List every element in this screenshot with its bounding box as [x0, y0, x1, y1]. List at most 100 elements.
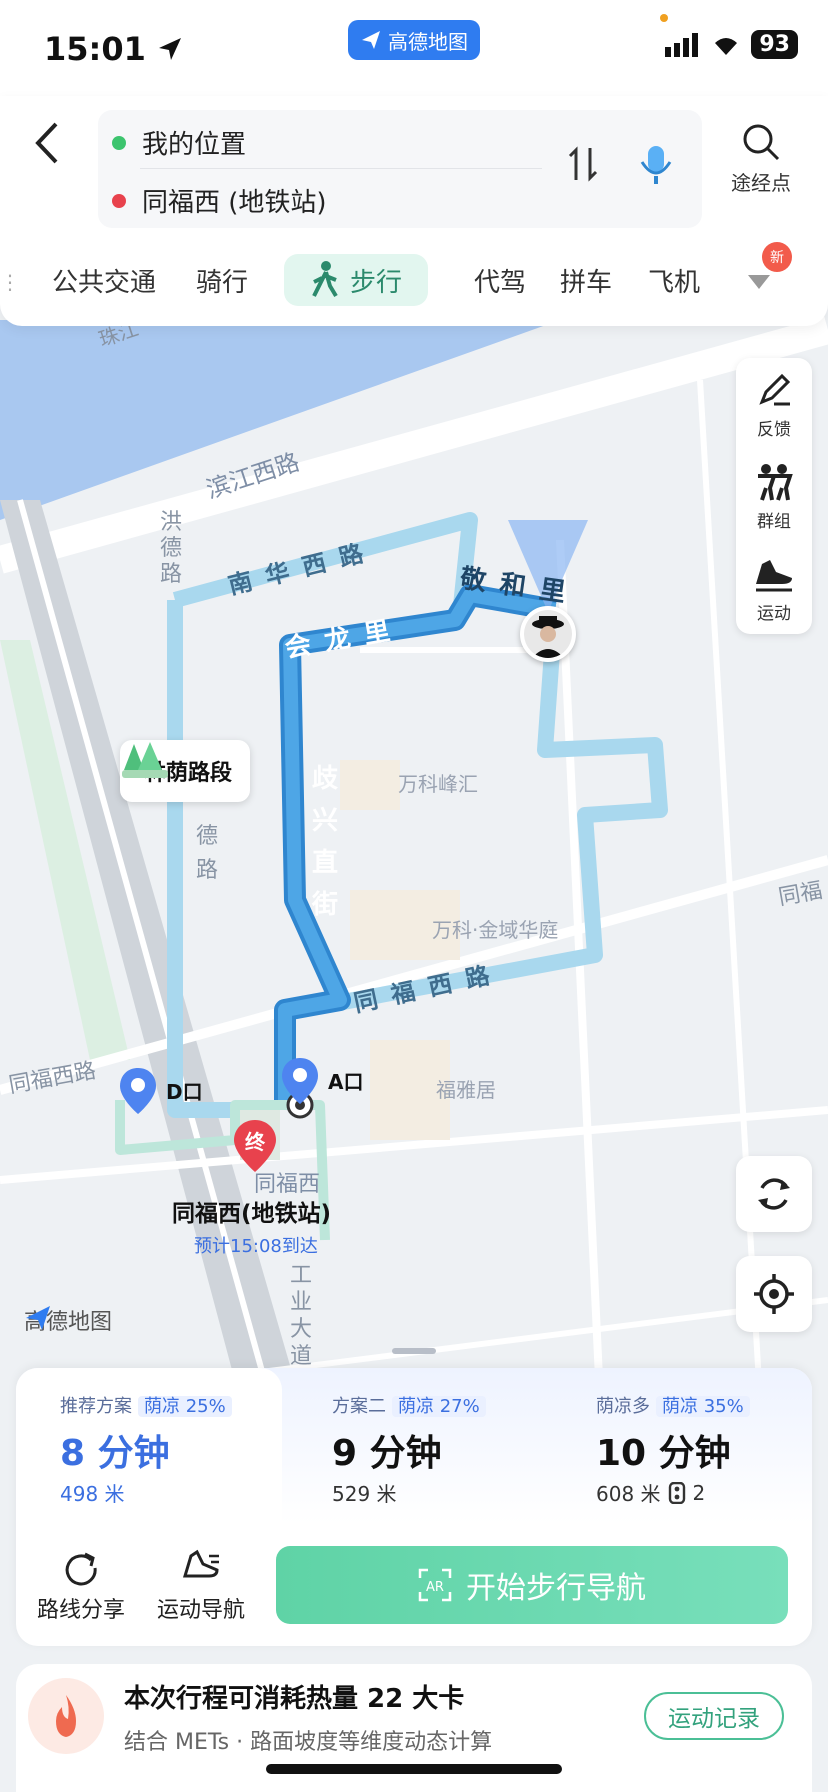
exit-a-label: A口	[328, 1070, 364, 1094]
swap-arrows-icon	[568, 146, 598, 182]
location-pin-icon	[120, 1068, 156, 1114]
amap-logo-icon	[26, 1306, 50, 1330]
new-badge: 新	[762, 242, 792, 272]
eta-label: 预计15:08到达	[194, 1236, 318, 1257]
sport-button[interactable]: 运动	[736, 554, 812, 624]
share-icon	[65, 1552, 97, 1586]
tab-carpool[interactable]: 拼车	[560, 254, 612, 306]
group-button[interactable]: 群组	[736, 462, 812, 532]
voice-input-button[interactable]	[636, 140, 676, 190]
route-input-box: 我的位置 同福西 (地铁站)	[98, 110, 702, 228]
app-return-pill[interactable]: 高德地图	[348, 20, 480, 60]
shade-segment-tag[interactable]: 林荫路段	[120, 740, 251, 802]
sport-nav-button[interactable]: 运动导航	[146, 1546, 256, 1624]
shade-ratio: 荫凉 27%	[392, 1396, 486, 1417]
location-pin-icon	[282, 1058, 318, 1104]
poi-wanke-fenghui[interactable]: 万科峰汇	[398, 768, 478, 797]
route-plans-sheet: 推荐方案 荫凉 25% 8 分钟 498 米 方案二 荫凉 27% 9 分钟 529…	[16, 1368, 812, 1646]
tab-walking-label: 步行	[350, 267, 403, 298]
tab-cycling[interactable]: 骑行	[196, 254, 248, 306]
route-share-button[interactable]: 路线分享	[26, 1546, 136, 1624]
shade-ratio: 荫凉 25%	[138, 1396, 232, 1417]
plan-title: 推荐方案 荫凉 25%	[60, 1392, 232, 1418]
battery-indicator: 93	[751, 30, 798, 59]
start-walking-navigation-button[interactable]: AR 开始步行导航	[276, 1546, 788, 1624]
feedback-label: 反馈	[757, 420, 791, 440]
origin-text: 我的位置	[142, 130, 247, 160]
running-shoe-icon	[182, 1549, 219, 1578]
plan-distance-row: 608 米 2	[596, 1478, 705, 1507]
group-label: 群组	[757, 512, 791, 532]
locate-me-button[interactable]	[736, 1256, 812, 1332]
status-bar: 15:01 高德地图 93	[0, 0, 828, 96]
plan-title: 方案二 荫凉 27%	[332, 1392, 486, 1418]
plan-option-2[interactable]: 方案二 荫凉 27% 9 分钟 529 米	[310, 1368, 550, 1524]
transport-tabs: ⋮ 公共交通 骑行 步行 代驾 拼车 飞机 新	[0, 242, 828, 308]
sport-nav-label: 运动导航	[156, 1598, 245, 1623]
start-navigation-label: 开始步行导航	[466, 1571, 646, 1606]
plan-option-shade[interactable]: 荫凉多 荫凉 35% 10 分钟 608 米 2	[572, 1368, 812, 1524]
swap-button[interactable]	[568, 146, 598, 191]
tab-flight[interactable]: 飞机	[648, 254, 700, 306]
plan-duration: 8 分钟	[60, 1433, 170, 1474]
poi-wanke-jinyu[interactable]: 万科·金域华庭	[432, 914, 558, 943]
tab-transit[interactable]: 公共交通	[52, 254, 156, 306]
origin-dot-icon	[112, 135, 126, 150]
traffic-light-icon	[668, 1481, 685, 1504]
sport-record-button[interactable]: 运动记录	[644, 1692, 784, 1740]
traffic-light-count: 2	[692, 1480, 706, 1505]
status-icons: 93	[665, 30, 798, 59]
poi-fuya[interactable]: 福雅居	[436, 1074, 496, 1103]
refresh-route-button[interactable]	[736, 1156, 812, 1232]
plan-option-recommended[interactable]: 推荐方案 荫凉 25% 8 分钟 498 米	[16, 1368, 282, 1524]
destination-text: 同福西 (地铁站)	[142, 188, 327, 218]
running-shoe-icon	[756, 560, 792, 592]
feedback-button[interactable]: 反馈	[736, 370, 812, 440]
hongde-road-label: 洪德路	[160, 510, 183, 587]
mic-indicator-dot	[660, 14, 668, 22]
tabs-overflow-left: ⋮	[0, 270, 20, 294]
back-button[interactable]	[28, 118, 68, 168]
end-marker-label: 终	[245, 1130, 265, 1154]
home-indicator[interactable]	[266, 1764, 562, 1774]
location-arrow-icon	[159, 38, 181, 60]
station-name[interactable]: 同福西(地铁站)	[172, 1194, 331, 1228]
search-icon	[743, 124, 780, 161]
map-watermark: 高德地图	[24, 1304, 112, 1336]
status-time: 15:01	[44, 30, 183, 68]
ar-icon: AR	[418, 1568, 452, 1602]
route-share-label: 路线分享	[36, 1598, 125, 1623]
cellular-signal-icon	[665, 32, 699, 57]
plan-options: 推荐方案 荫凉 25% 8 分钟 498 米 方案二 荫凉 27% 9 分钟 529…	[16, 1368, 812, 1524]
walking-person-icon	[312, 261, 338, 298]
microphone-icon	[640, 146, 672, 184]
plan-distance: 608 米	[596, 1482, 661, 1506]
origin-field[interactable]: 我的位置	[112, 124, 246, 161]
plan-title: 荫凉多 荫凉 35%	[596, 1392, 750, 1418]
sheet-drag-handle[interactable]	[392, 1348, 436, 1354]
refresh-icon	[758, 1178, 790, 1210]
crosshair-icon	[754, 1274, 794, 1314]
svg-text:AR: AR	[426, 1580, 444, 1595]
user-location-avatar[interactable]	[520, 606, 576, 662]
expressway	[0, 500, 300, 1400]
wifi-icon	[715, 37, 738, 55]
destination-dot-icon	[112, 193, 126, 208]
route-panel: 我的位置 同福西 (地铁站) 途经点 ⋮ 公共交通 骑行 步行 代驾 拼车 飞机…	[0, 96, 828, 326]
plan-duration: 9 分钟	[332, 1433, 442, 1474]
tab-chauffeur[interactable]: 代驾	[474, 254, 526, 306]
calorie-subtitle: 结合 METs · 路面坡度等维度动态计算	[124, 1730, 493, 1755]
plan-distance: 498 米	[60, 1482, 125, 1506]
amap-logo-icon	[362, 31, 380, 49]
de-road-label: 德路	[196, 824, 219, 883]
group-people-icon	[758, 464, 793, 501]
plan-distance: 529 米	[332, 1482, 397, 1506]
fire-icon	[28, 1678, 104, 1754]
waypoint-button[interactable]: 途经点	[724, 122, 798, 196]
tab-walking[interactable]: 步行	[284, 254, 429, 306]
qixing-street-label: 歧兴直街	[312, 764, 339, 920]
plan-duration: 10 分钟	[596, 1433, 731, 1474]
chevron-left-icon	[35, 122, 58, 164]
waypoint-label: 途经点	[731, 171, 791, 195]
destination-field[interactable]: 同福西 (地铁站)	[112, 182, 327, 219]
